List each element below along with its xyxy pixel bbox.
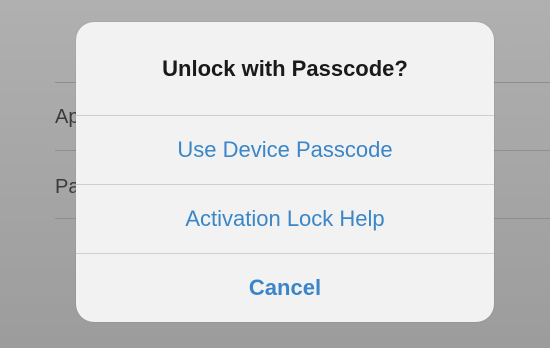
- unlock-alert-dialog: Unlock with Passcode? Use Device Passcod…: [76, 22, 494, 322]
- cancel-button[interactable]: Cancel: [76, 254, 494, 322]
- use-device-passcode-button[interactable]: Use Device Passcode: [76, 116, 494, 184]
- activation-lock-help-button[interactable]: Activation Lock Help: [76, 185, 494, 253]
- alert-title: Unlock with Passcode?: [162, 56, 408, 81]
